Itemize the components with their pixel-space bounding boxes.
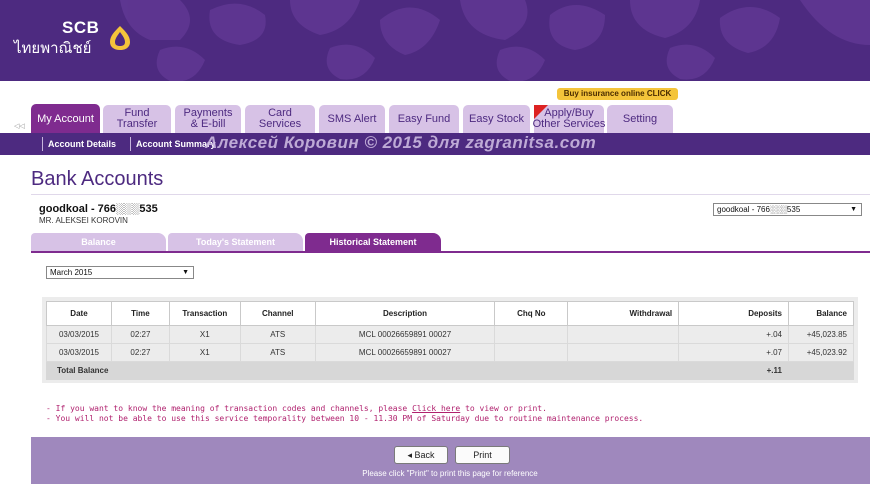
cell-description: MCL 00026659891 00027 [314,343,496,362]
col-description: Description [314,301,496,326]
subtab-todays-statement[interactable]: Today's Statement [168,233,303,251]
transactions-table: Date Time Transaction Channel Descriptio… [45,301,855,380]
col-date: Date [46,301,112,326]
note-line1-suffix: to view or print. [465,404,547,413]
table-row: 03/03/2015 02:27 X1 ATS MCL 00026659891 … [46,325,855,344]
nav-scroll-icon[interactable]: ◁◁ [14,122,25,130]
chevron-down-icon: ▼ [182,269,189,276]
subtab-historical-statement[interactable]: Historical Statement [305,233,441,251]
click-here-link[interactable]: Click here [412,404,460,413]
page-title: Bank Accounts [31,168,164,190]
insurance-promo-banner[interactable]: Buy insurance online CLICK [557,88,678,100]
header-pattern [120,0,870,81]
col-deposits: Deposits [678,301,789,326]
tab-card-services[interactable]: Card Services [245,105,315,133]
subnav-divider [42,137,43,151]
cell-transaction: X1 [168,343,241,362]
col-transaction: Transaction [168,301,241,326]
cell-channel: ATS [239,325,316,344]
cell-balance: +45,023.85 [787,325,855,344]
tab-my-account[interactable]: My Account [31,104,100,134]
cell-withdrawal [567,325,680,344]
account-name: goodkoal - 766░░░535 [39,203,158,215]
subnav-divider [130,137,131,151]
cell-time: 02:27 [110,343,170,362]
account-owner: MR. ALEKSEI KOROVIN [39,216,128,225]
tab-sms-alert[interactable]: SMS Alert [319,105,385,133]
tab-fund-transfer[interactable]: Fund Transfer [103,105,171,133]
total-deposits: +.11 [678,361,789,380]
logo-text-en: SCB [62,18,100,37]
col-withdrawal: Withdrawal [567,301,680,326]
col-channel: Channel [239,301,316,326]
cell-description: MCL 00026659891 00027 [314,325,496,344]
tab-easy-stock[interactable]: Easy Stock [463,105,530,133]
tab-apply-buy-label: Apply/Buy Other Services [532,107,606,130]
cell-date: 03/03/2015 [46,343,112,362]
tab-easy-fund[interactable]: Easy Fund [389,105,459,133]
cell-time: 02:27 [110,325,170,344]
cell-chq-no [494,343,569,362]
subtab-balance[interactable]: Balance [31,233,166,251]
site-header: SCB ไทยพาณิชย์ [0,0,870,81]
col-chq-no: Chq No [494,301,569,326]
tab-payments-ebill[interactable]: Payments & E-bill [175,105,241,133]
cell-withdrawal [567,343,680,362]
cell-deposits: +.07 [678,343,789,362]
print-instruction: Please click "Print" to print this page … [362,469,538,478]
logo-text-th: ไทยพาณิชย์ [14,40,92,57]
period-select-value: March 2015 [50,268,93,277]
back-button[interactable]: ◂ Back [394,446,448,464]
print-button[interactable]: Print [455,446,510,464]
scb-emblem-icon [110,26,130,50]
cell-deposits: +.04 [678,325,789,344]
copyright-watermark: Алексей Коровин © 2015 для zagranitsa.co… [205,133,597,152]
note-maintenance: - You will not be able to use this servi… [46,414,644,423]
subnav-account-details[interactable]: Account Details [48,139,116,149]
tab-apply-buy-other-services[interactable]: Apply/Buy Other Services [532,105,606,133]
chevron-down-icon: ▼ [850,206,857,213]
subnav-account-summary[interactable]: Account Summary [136,139,216,149]
note-transaction-codes: - If you want to know the meaning of tra… [46,404,547,413]
cell-channel: ATS [239,343,316,362]
note-line1-prefix: - If you want to know the meaning of tra… [46,404,408,413]
total-row: Total Balance +.11 [45,361,855,380]
total-balance-empty [787,361,855,380]
cell-chq-no [494,325,569,344]
title-divider [31,194,870,195]
total-label: Total Balance [45,361,680,380]
cell-balance: +45,023.92 [787,343,855,362]
period-select[interactable]: March 2015 ▼ [46,266,194,279]
account-select[interactable]: goodkoal - 766░░░535 ▼ [713,203,862,216]
cell-transaction: X1 [168,325,241,344]
cell-date: 03/03/2015 [46,325,112,344]
account-select-value: goodkoal - 766░░░535 [717,205,801,214]
table-row: 03/03/2015 02:27 X1 ATS MCL 00026659891 … [46,343,855,362]
table-header-row: Date Time Transaction Channel Descriptio… [46,301,855,326]
col-balance: Balance [787,301,855,326]
col-time: Time [110,301,170,326]
tab-setting[interactable]: Setting [607,105,673,133]
